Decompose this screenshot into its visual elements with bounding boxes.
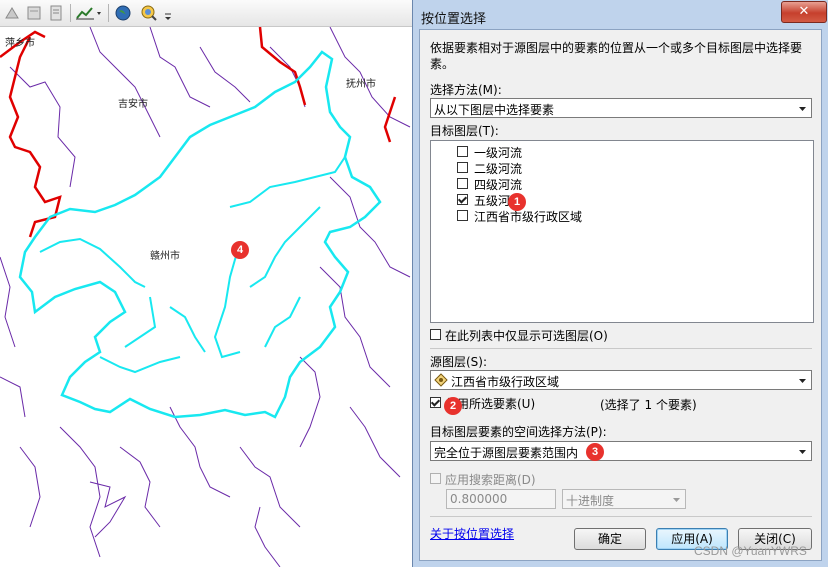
target-layer-checkbox[interactable] [457, 178, 468, 189]
target-layer-checkbox[interactable] [457, 210, 468, 221]
target-layers-list[interactable]: 一级河流 二级河流 四级河流 五级河流 江西省市级行政区域 1 [430, 140, 814, 323]
layer-icon[interactable] [24, 3, 44, 23]
dialog-titlebar[interactable]: 按位置选择 ✕ [413, 0, 828, 30]
layer-diamond-icon [434, 373, 448, 387]
only-selectable-label: 在此列表中仅显示可选图层(O) [445, 329, 608, 343]
chevron-down-icon [794, 99, 811, 117]
target-layer-checkbox[interactable] [457, 194, 468, 205]
annotation-marker: 1 [508, 193, 526, 211]
dialog-body: 依据要素相对于源图层中的要素的位置从一个或多个目标图层中选择要素。 选择方法(M… [419, 29, 822, 561]
map-canvas[interactable]: 萍乡市 吉安市 抚州市 赣州市 4 [0, 27, 412, 567]
river-lines [0, 27, 411, 567]
spatial-method-dropdown[interactable]: 完全位于源图层要素范围内 [430, 441, 812, 461]
distance-value: 0.800000 [450, 492, 508, 506]
map-drawing [0, 27, 411, 567]
globe-icon[interactable] [113, 3, 133, 23]
annotation-marker: 3 [586, 443, 604, 461]
help-link[interactable]: 关于按位置选择 [430, 525, 514, 542]
selected-rivers [39, 156, 346, 374]
target-layers-label: 目标图层(T): [430, 124, 499, 138]
spatial-method-value: 完全位于源图层要素范围内 [434, 446, 579, 460]
dialog-close-button[interactable]: ✕ [781, 1, 827, 23]
apply-distance-label: 应用搜索距离(D) [445, 473, 536, 487]
selected-region-outline [18, 50, 382, 419]
city-label: 吉安市 [118, 99, 148, 110]
dialog-description: 依据要素相对于源图层中的要素的位置从一个或多个目标图层中选择要素。 [430, 41, 803, 71]
selection-method-dropdown[interactable]: 从以下图层中选择要素 [430, 98, 812, 118]
source-layer-label: 源图层(S): [430, 355, 488, 369]
target-layer-label: 一级河流 [474, 146, 523, 160]
target-layer-label: 江西省市级行政区域 [474, 210, 583, 224]
selected-count-text: (选择了 1 个要素) [600, 398, 697, 412]
select-by-location-dialog: 按位置选择 ✕ 依据要素相对于源图层中的要素的位置从一个或多个目标图层中选择要素… [412, 0, 828, 567]
chart-icon[interactable] [74, 3, 104, 23]
target-layer-label: 四级河流 [474, 178, 523, 192]
only-selectable-checkbox[interactable] [430, 329, 441, 340]
ok-button[interactable]: 确定 [574, 528, 646, 550]
use-selected-checkbox[interactable] [430, 397, 441, 408]
watermark: CSDN @YuanYWRS [694, 544, 807, 558]
annotation-marker: 4 [231, 241, 249, 259]
report-icon[interactable] [46, 3, 66, 23]
map-toolbar [0, 0, 412, 27]
pointer-tools-icon[interactable] [2, 3, 22, 23]
dialog-title: 按位置选择 [421, 12, 487, 27]
distance-input[interactable]: 0.800000 [446, 489, 556, 509]
city-label: 萍乡市 [5, 38, 35, 49]
annotation-marker: 2 [444, 397, 462, 415]
source-layer-dropdown[interactable]: 江西省市级行政区域 [430, 370, 812, 390]
chevron-down-icon [794, 371, 811, 389]
search-globe-icon[interactable] [139, 3, 159, 23]
chevron-down-icon [668, 490, 685, 508]
target-layer-checkbox[interactable] [457, 162, 468, 173]
target-layer-label: 二级河流 [474, 162, 523, 176]
selection-method-label: 选择方法(M): [430, 83, 502, 97]
apply-distance-checkbox[interactable] [430, 473, 441, 484]
close-icon: ✕ [798, 4, 810, 19]
selection-method-value: 从以下图层中选择要素 [434, 103, 555, 117]
spatial-method-label: 目标图层要素的空间选择方法(P): [430, 425, 607, 439]
city-label: 抚州市 [346, 79, 376, 90]
chevron-down-icon [794, 442, 811, 460]
city-label: 赣州市 [150, 251, 180, 262]
source-layer-value: 江西省市级行政区域 [451, 375, 560, 389]
target-layer-checkbox[interactable] [457, 146, 468, 157]
distance-unit-value: 十进制度 [566, 494, 615, 508]
overflow-icon[interactable] [162, 3, 174, 23]
distance-unit-dropdown[interactable]: 十进制度 [562, 489, 686, 509]
